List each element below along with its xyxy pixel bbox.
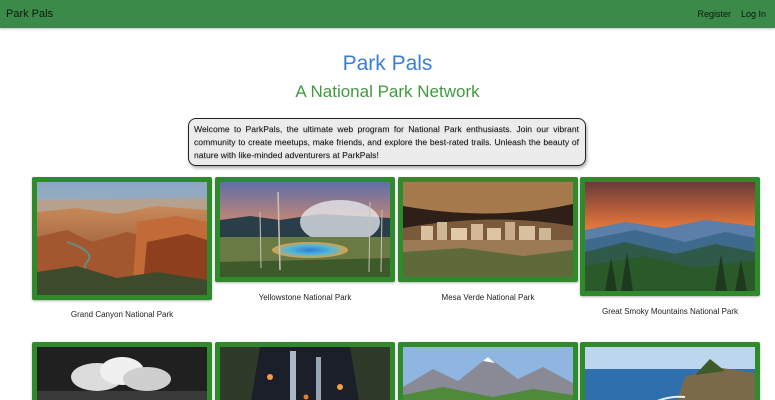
page: Park Pals Register Log In Park Pals A Na… bbox=[0, 0, 775, 400]
park-card[interactable] bbox=[215, 342, 395, 400]
park-card-mesa-verde[interactable]: Mesa Verde National Park bbox=[398, 177, 578, 307]
login-link[interactable]: Log In bbox=[741, 9, 766, 19]
smoky-mountains-sunset-photo bbox=[585, 182, 755, 291]
page-title: Park Pals bbox=[342, 52, 433, 75]
park-card[interactable] bbox=[580, 342, 760, 400]
brand-link[interactable]: Park Pals bbox=[6, 8, 53, 20]
park-card-grand-canyon[interactable]: Grand Canyon National Park bbox=[32, 177, 212, 322]
mesa-verde-cliff-dwelling-photo bbox=[403, 182, 573, 277]
park-caption: Great Smoky Mountains National Park bbox=[601, 307, 739, 316]
nav-links: Register Log In bbox=[697, 9, 766, 19]
black-and-white-clouds-photo bbox=[37, 347, 207, 400]
park-caption: Mesa Verde National Park bbox=[441, 293, 535, 302]
park-card[interactable] bbox=[32, 342, 212, 400]
park-card-great-smoky-mountains[interactable]: Great Smoky Mountains National Park bbox=[580, 177, 760, 322]
yellowstone-hot-spring-photo bbox=[220, 182, 390, 277]
park-card[interactable] bbox=[398, 342, 578, 400]
intro-text: Welcome to ParkPals, the ultimate web pr… bbox=[188, 118, 586, 166]
register-link[interactable]: Register bbox=[697, 9, 731, 19]
waterfall-night-photo bbox=[220, 347, 390, 400]
mountain-valley-photo bbox=[403, 347, 573, 400]
park-caption: Grand Canyon National Park bbox=[70, 310, 174, 319]
coastline-photo bbox=[585, 347, 755, 400]
park-card-yellowstone[interactable]: Yellowstone National Park bbox=[215, 177, 395, 307]
park-caption: Yellowstone National Park bbox=[258, 293, 352, 302]
page-subtitle: A National Park Network bbox=[295, 82, 480, 101]
navbar: Park Pals Register Log In bbox=[0, 0, 775, 28]
grand-canyon-photo bbox=[37, 182, 207, 295]
